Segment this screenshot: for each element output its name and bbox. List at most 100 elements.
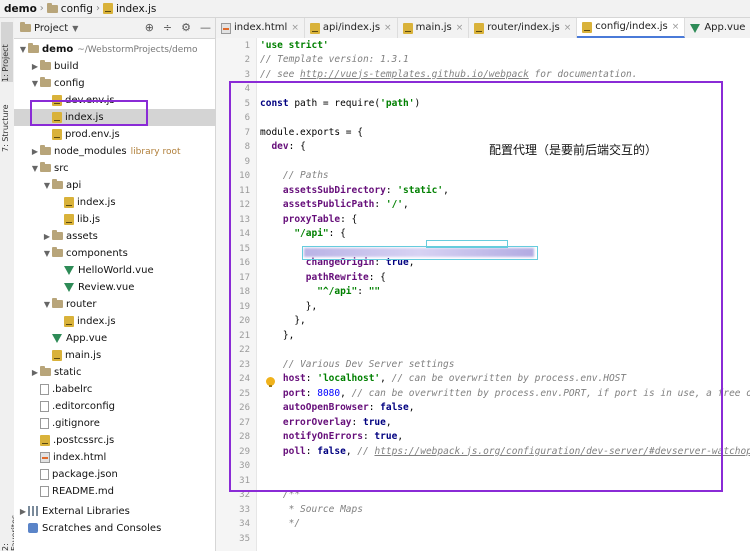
- tree-item-config[interactable]: ▼ config: [14, 75, 216, 92]
- tree-item-static[interactable]: ▶ static: [14, 364, 216, 381]
- tree-item-label: App.vue: [66, 333, 108, 344]
- tree-item-package-json[interactable]: package.json: [14, 466, 216, 483]
- code-line: // see http://vuejs-templates.github.io/…: [260, 68, 638, 83]
- tree-item-review[interactable]: Review.vue: [14, 279, 216, 296]
- tree-item-router[interactable]: ▼ router: [14, 296, 216, 313]
- expand-down-icon[interactable]: ▼: [30, 160, 40, 177]
- close-icon[interactable]: ×: [672, 18, 680, 37]
- structure-tool-tab[interactable]: 7: Structure: [1, 88, 13, 152]
- code-token: // Template version: 1.3.1: [260, 54, 409, 65]
- project-panel-header: Project ▼ ⊕ ÷ ⚙ —: [14, 18, 215, 39]
- scratch-icon: [28, 523, 38, 533]
- tree-item-index-html[interactable]: index.html: [14, 449, 216, 466]
- tree-item-gitignore[interactable]: .gitignore: [14, 415, 216, 432]
- folder-icon: [40, 145, 51, 155]
- tree-item-main-js[interactable]: main.js: [14, 347, 216, 364]
- close-icon[interactable]: ×: [384, 18, 392, 38]
- gear-icon[interactable]: ⚙: [181, 21, 191, 34]
- js-file-icon: [309, 22, 320, 34]
- editor-tab[interactable]: config/index.js ×: [577, 18, 686, 38]
- project-view-selector[interactable]: Project: [34, 23, 68, 34]
- chevron-down-icon[interactable]: ▼: [72, 24, 78, 33]
- tree-item-label: .editorconfig: [52, 401, 115, 412]
- expand-right-icon[interactable]: ▶: [30, 58, 40, 75]
- tree-item-helloworld[interactable]: HelloWorld.vue: [14, 262, 216, 279]
- chevron-right-icon: ›: [39, 3, 44, 14]
- tree-item-app-vue[interactable]: App.vue: [14, 330, 216, 347]
- tree-item-editorconfig[interactable]: .editorconfig: [14, 398, 216, 415]
- editor-tab[interactable]: router/index.js ×: [469, 18, 578, 38]
- expand-down-icon[interactable]: ▼: [42, 296, 52, 313]
- js-file-icon: [40, 434, 50, 446]
- tool-window-strip: 1: Project 7: Structure 2: Favorites: [0, 18, 19, 551]
- folder-icon: [40, 162, 51, 172]
- editor-tab-bar: index.html × api/index.js × main.js × router/i…: [216, 18, 750, 39]
- expand-right-icon[interactable]: ▶: [30, 143, 40, 160]
- library-root-label: library root: [130, 147, 181, 157]
- expand-down-icon[interactable]: ▼: [42, 245, 52, 262]
- breadcrumb-demo[interactable]: demo: [4, 3, 37, 15]
- code-line: * Source Maps: [260, 503, 363, 518]
- tree-item-prod-env[interactable]: prod.env.js: [14, 126, 216, 143]
- tree-item-label: index.js: [77, 197, 116, 208]
- editor-tab[interactable]: App.vue×: [685, 18, 750, 38]
- tree-item-label: .postcssrc.js: [53, 435, 115, 446]
- folder-icon: [52, 230, 63, 240]
- tree-item-label: index.js: [77, 316, 116, 327]
- tree-item-label: src: [54, 163, 69, 174]
- line-number: 34: [239, 519, 250, 529]
- breadcrumb-config[interactable]: config: [61, 3, 93, 15]
- collapse-icon[interactable]: ÷: [163, 21, 172, 34]
- tree-item-readme[interactable]: README.md: [14, 483, 216, 500]
- tree-item-src[interactable]: ▼ src: [14, 160, 216, 177]
- close-icon[interactable]: ×: [564, 18, 572, 38]
- tree-item-babelrc[interactable]: .babelrc: [14, 381, 216, 398]
- editor-tab[interactable]: index.html ×: [216, 18, 305, 38]
- tree-item-api[interactable]: ▼ api: [14, 177, 216, 194]
- tree-item-ext-libs[interactable]: ▶ External Libraries: [14, 503, 216, 520]
- expand-down-icon[interactable]: ▼: [18, 41, 28, 58]
- js-file-icon: [52, 128, 62, 140]
- expand-right-icon[interactable]: ▶: [18, 503, 28, 520]
- line-number: 35: [239, 533, 250, 544]
- breadcrumb-index-js[interactable]: index.js: [116, 3, 156, 15]
- tree-item-postcssrc[interactable]: .postcssrc.js: [14, 432, 216, 449]
- tree-item-scratches[interactable]: Scratches and Consoles: [14, 520, 216, 537]
- locate-icon[interactable]: ⊕: [145, 21, 154, 34]
- hide-icon[interactable]: —: [200, 21, 211, 34]
- tree-item-node-modules[interactable]: ▶ node_modules library root: [14, 143, 216, 160]
- file-icon: [40, 485, 49, 497]
- tree-item-label: config: [54, 78, 85, 89]
- favorites-tool-tab[interactable]: 2: Favorites: [1, 515, 19, 551]
- tree-item-assets[interactable]: ▶ assets: [14, 228, 216, 245]
- tree-item-label: router: [66, 299, 97, 310]
- js-file-icon: [474, 22, 485, 34]
- expand-right-icon[interactable]: ▶: [42, 228, 52, 245]
- tree-item-router-index[interactable]: index.js: [14, 313, 216, 330]
- editor-tab[interactable]: api/index.js ×: [305, 18, 398, 38]
- tree-item-label: node_modules: [54, 146, 127, 157]
- close-icon[interactable]: ×: [456, 18, 464, 38]
- code-line: */: [260, 517, 300, 532]
- vue-file-icon: [52, 333, 62, 343]
- editor-tab-label: api/index.js: [322, 22, 381, 33]
- tree-item-label: index.html: [53, 452, 107, 463]
- tree-item-demo[interactable]: ▼ demo ~/WebstormProjects/demo: [14, 41, 216, 58]
- html-file-icon: [221, 22, 231, 34]
- project-tool-tab[interactable]: 1: Project: [1, 22, 13, 82]
- expand-down-icon[interactable]: ▼: [42, 177, 52, 194]
- tree-item-lib-js[interactable]: lib.js: [14, 211, 216, 228]
- tree-item-components[interactable]: ▼ components: [14, 245, 216, 262]
- expand-right-icon[interactable]: ▶: [30, 364, 40, 381]
- tree-item-api-index[interactable]: index.js: [14, 194, 216, 211]
- vue-file-icon: [64, 282, 74, 292]
- js-file-icon: [64, 315, 74, 327]
- file-icon: [40, 417, 49, 429]
- tree-item-build[interactable]: ▶ build: [14, 58, 216, 75]
- expand-down-icon[interactable]: ▼: [30, 75, 40, 92]
- close-icon[interactable]: ×: [291, 18, 299, 38]
- editor-tab[interactable]: main.js ×: [398, 18, 470, 38]
- file-icon: [40, 468, 49, 480]
- tree-item-label: External Libraries: [42, 506, 130, 517]
- tree-item-label: prod.env.js: [65, 129, 120, 140]
